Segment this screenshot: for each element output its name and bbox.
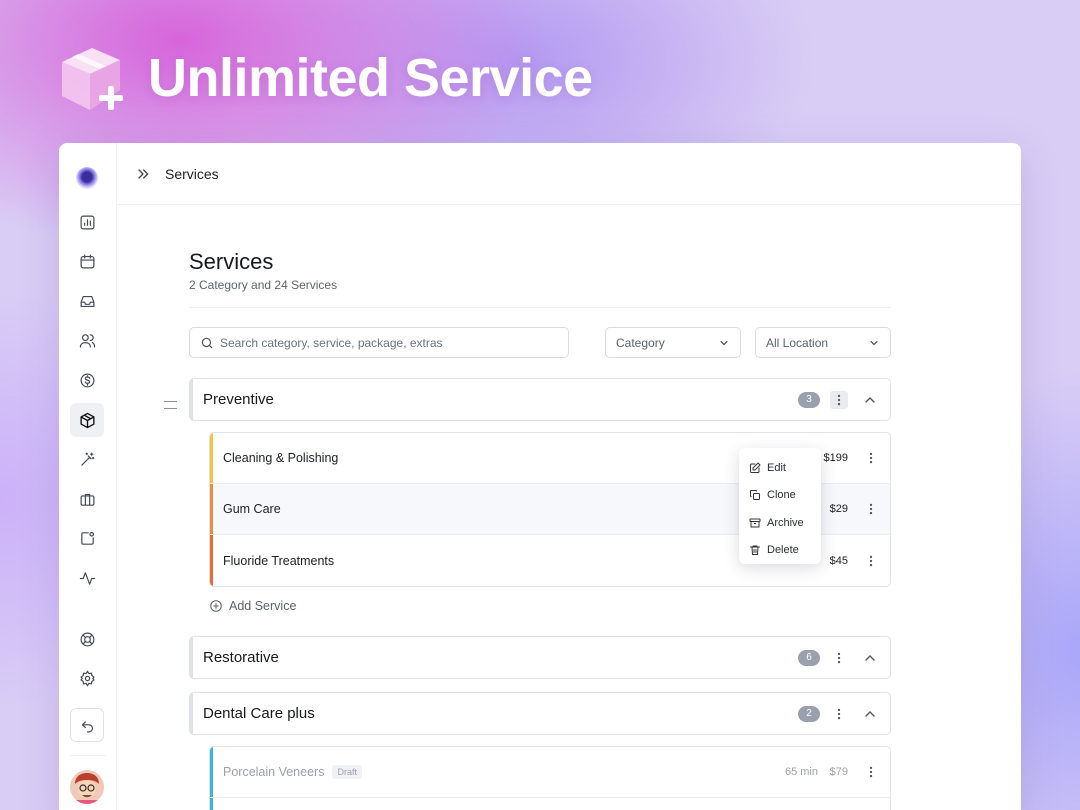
users-icon[interactable] — [70, 323, 104, 357]
header-divider — [189, 307, 891, 308]
menu-item-archive[interactable]: Archive — [739, 509, 821, 537]
category-name: Dental Care plus — [203, 705, 315, 722]
category-row-dental-care-plus[interactable]: Dental Care plus 2 — [189, 692, 891, 735]
plus-circle-icon — [210, 600, 222, 612]
add-service-button[interactable]: Add Service — [209, 599, 296, 613]
topbar: Services — [117, 143, 1021, 205]
service-color-bar — [210, 747, 213, 797]
dollar-icon[interactable] — [70, 363, 104, 397]
app-window: Services Services 2 Category and 24 Serv… — [59, 143, 1021, 810]
more-vertical-icon[interactable] — [864, 451, 878, 465]
service-name: Cleaning & Polishing — [223, 451, 339, 465]
more-vertical-icon[interactable] — [864, 502, 878, 516]
package-icon[interactable] — [70, 403, 104, 437]
service-list-dental-care-plus: Porcelain Veneers Draft 65 min $79 — [209, 746, 891, 810]
category-name: Preventive — [203, 391, 274, 408]
service-row[interactable] — [210, 798, 890, 810]
chevron-down-icon — [870, 340, 878, 345]
service-row[interactable]: Porcelain Veneers Draft 65 min $79 — [210, 747, 890, 798]
notification-box-icon[interactable] — [70, 521, 104, 555]
briefcase-icon[interactable] — [70, 482, 104, 516]
chart-icon[interactable] — [70, 205, 104, 239]
chevron-up-icon[interactable] — [862, 392, 878, 408]
magic-wand-icon[interactable] — [70, 442, 104, 476]
chevron-down-icon — [720, 340, 728, 345]
hero-title: Unlimited Service — [148, 48, 593, 108]
chevron-up-icon[interactable] — [862, 650, 878, 666]
menu-item-label: Edit — [767, 461, 786, 474]
archive-icon — [749, 518, 761, 528]
service-name: Gum Care — [223, 502, 281, 516]
hero-banner: Unlimited Service — [58, 38, 593, 118]
more-vertical-icon[interactable] — [864, 765, 878, 779]
chevron-up-icon[interactable] — [862, 706, 878, 722]
app-logo[interactable] — [76, 167, 98, 189]
page-subtitle: 2 Category and 24 Services — [189, 278, 338, 292]
location-select[interactable]: All Location — [755, 327, 891, 358]
sidebar — [59, 143, 117, 810]
service-price: $199 — [823, 452, 848, 464]
search-box[interactable] — [189, 327, 569, 358]
inbox-icon[interactable] — [70, 284, 104, 318]
service-color-bar — [210, 433, 213, 483]
category-select[interactable]: Category — [605, 327, 741, 358]
service-duration: 65 min — [784, 766, 818, 778]
service-color-bar — [210, 484, 213, 534]
search-input[interactable] — [220, 335, 560, 350]
more-vertical-icon[interactable] — [830, 705, 848, 723]
menu-item-edit[interactable]: Edit — [739, 454, 821, 482]
service-price: $79 — [829, 766, 848, 778]
menu-item-delete[interactable]: Delete — [739, 537, 821, 565]
undo-icon[interactable] — [70, 708, 104, 742]
service-price: $29 — [829, 503, 848, 515]
category-name: Restorative — [203, 649, 279, 666]
category-row-preventive[interactable]: Preventive 3 — [189, 378, 891, 421]
location-select-label: All Location — [766, 335, 829, 350]
menu-item-clone[interactable]: Clone — [739, 482, 821, 510]
search-icon — [201, 337, 213, 348]
more-vertical-icon[interactable] — [830, 390, 848, 409]
expand-sidebar-icon[interactable] — [135, 166, 151, 182]
calendar-icon[interactable] — [70, 244, 104, 278]
service-price: $45 — [829, 554, 848, 567]
context-menu: Edit Clone Archive Delete — [739, 448, 821, 564]
avatar[interactable] — [70, 770, 104, 804]
more-vertical-icon[interactable] — [864, 554, 878, 568]
service-name: Fluoride Treatments — [223, 553, 335, 568]
package-add-icon — [58, 42, 132, 114]
help-icon[interactable] — [70, 622, 104, 656]
menu-item-label: Clone — [767, 489, 796, 502]
category-count-badge: 6 — [798, 649, 820, 666]
clone-icon — [750, 490, 760, 501]
menu-item-label: Archive — [767, 516, 804, 529]
drag-handle-icon[interactable] — [164, 401, 177, 409]
category-select-label: Category — [616, 335, 665, 350]
draft-badge: Draft — [332, 765, 362, 779]
menu-item-label: Delete — [767, 544, 799, 557]
gear-icon[interactable] — [70, 661, 104, 695]
edit-icon — [750, 462, 761, 473]
sidebar-divider — [70, 755, 106, 756]
breadcrumb: Services — [165, 165, 219, 182]
service-name: Porcelain Veneers — [223, 765, 325, 779]
page-title: Services — [189, 249, 274, 274]
add-service-label: Add Service — [229, 599, 297, 613]
activity-icon[interactable] — [70, 561, 104, 595]
category-count-badge: 2 — [798, 705, 820, 722]
service-color-bar — [210, 798, 213, 810]
more-vertical-icon[interactable] — [830, 649, 848, 667]
service-color-bar — [210, 535, 213, 586]
category-row-restorative[interactable]: Restorative 6 — [189, 636, 891, 679]
trash-icon — [750, 545, 760, 556]
category-count-badge: 3 — [798, 391, 820, 408]
